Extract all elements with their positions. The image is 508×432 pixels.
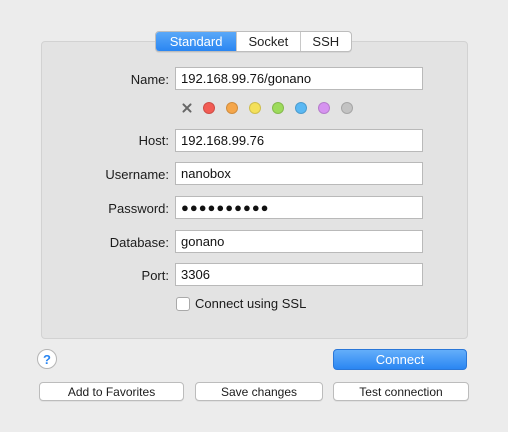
clear-color-icon[interactable] xyxy=(181,102,193,114)
name-field[interactable] xyxy=(175,67,423,90)
name-label: Name: xyxy=(130,72,169,87)
test-connection-button[interactable]: Test connection xyxy=(333,382,469,401)
color-tag-red[interactable] xyxy=(203,102,215,114)
tab-socket[interactable]: Socket xyxy=(236,32,299,51)
tab-ssh[interactable]: SSH xyxy=(299,32,351,51)
ssl-checkbox[interactable] xyxy=(176,296,190,311)
port-field[interactable] xyxy=(175,263,423,286)
color-tag-blue[interactable] xyxy=(295,102,307,114)
color-tag-green[interactable] xyxy=(272,102,284,114)
color-tag-purple[interactable] xyxy=(318,102,330,114)
password-label: Password: xyxy=(108,201,169,216)
connect-button[interactable]: Connect xyxy=(333,349,467,370)
color-tag-yellow[interactable] xyxy=(249,102,261,114)
database-field[interactable] xyxy=(175,230,423,253)
connection-type-tabs: Standard Socket SSH xyxy=(155,31,352,52)
color-tag-orange[interactable] xyxy=(226,102,238,114)
color-tag-gray[interactable] xyxy=(341,102,353,114)
host-label: Host: xyxy=(138,133,169,148)
host-field[interactable] xyxy=(175,129,423,152)
database-label: Database: xyxy=(109,235,169,250)
add-to-favorites-button[interactable]: Add to Favorites xyxy=(39,382,184,401)
help-button[interactable]: ? xyxy=(37,349,57,369)
tab-standard[interactable]: Standard xyxy=(156,32,237,51)
password-field[interactable] xyxy=(175,196,423,219)
color-tag-picker xyxy=(181,102,364,114)
save-changes-button[interactable]: Save changes xyxy=(195,382,323,401)
username-field[interactable] xyxy=(175,162,423,185)
username-label: Username: xyxy=(105,167,169,182)
ssl-label: Connect using SSL xyxy=(195,296,307,311)
port-label: Port: xyxy=(141,268,169,283)
ssl-option[interactable]: Connect using SSL xyxy=(176,296,306,311)
